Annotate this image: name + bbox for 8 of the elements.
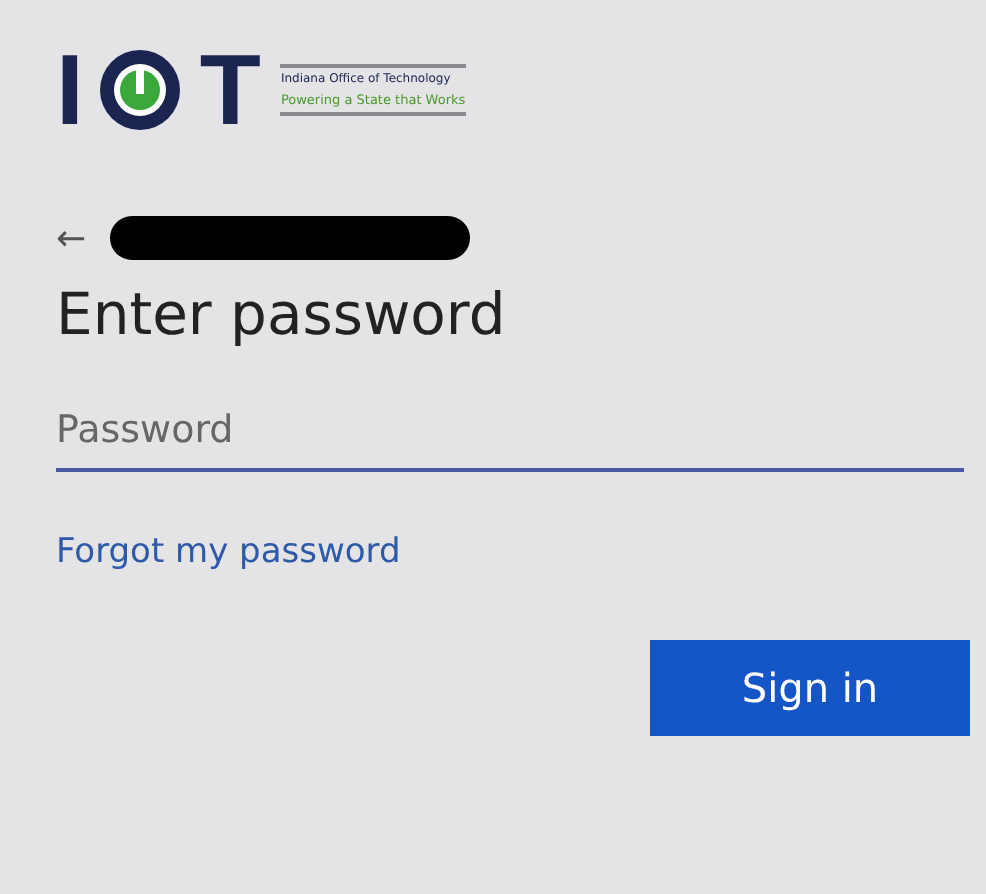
forgot-password-link[interactable]: Forgot my password (56, 532, 401, 572)
password-field[interactable]: Password (56, 400, 964, 472)
logo-letter: T (199, 44, 257, 136)
back-arrow[interactable]: ← (56, 217, 87, 259)
page-title: Enter password (56, 280, 508, 348)
logo-letter: I (56, 44, 80, 136)
sign-in-button[interactable]: Sign in (650, 640, 970, 736)
power-circle-icon (95, 46, 184, 134)
